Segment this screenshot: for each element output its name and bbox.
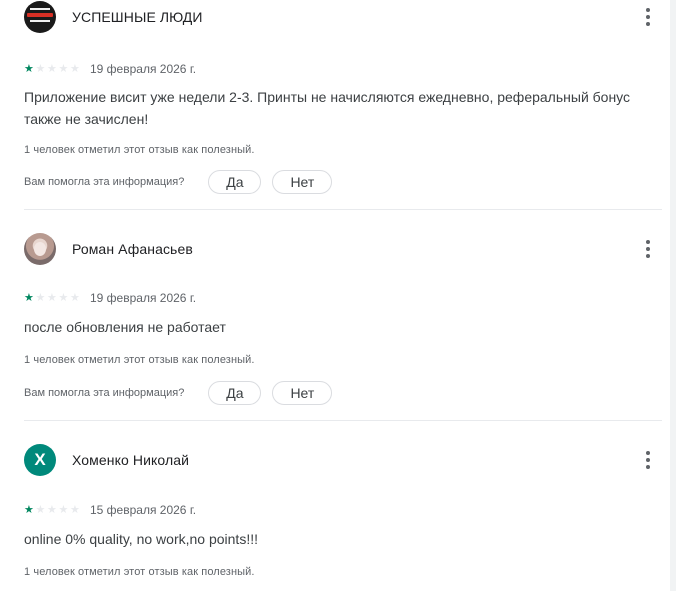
star-empty-icon: ★ bbox=[58, 291, 69, 304]
helpful-yes-button[interactable]: Да bbox=[208, 170, 262, 194]
brand-logo-avatar bbox=[24, 1, 56, 33]
letter-avatar: Х bbox=[24, 444, 56, 476]
feedback-question: Вам помогла эта информация? bbox=[24, 176, 185, 188]
helpful-no-button[interactable]: Нет bbox=[272, 170, 333, 194]
more-options-icon[interactable] bbox=[636, 448, 660, 472]
review-author: Хоменко Николай bbox=[72, 452, 190, 468]
star-empty-icon: ★ bbox=[35, 503, 46, 516]
star-empty-icon: ★ bbox=[58, 503, 69, 516]
star-rating: ★ ★ ★ ★ ★ bbox=[24, 503, 82, 516]
review-card: Роман Афанасьев ★ ★ ★ ★ ★ 19 февраля 202… bbox=[0, 232, 662, 422]
feedback-row: Вам помогла эта информация? Да Нет bbox=[24, 170, 333, 194]
star-empty-icon: ★ bbox=[47, 62, 57, 75]
more-options-icon[interactable] bbox=[636, 5, 660, 29]
review-date: 15 февраля 2026 г. bbox=[90, 503, 197, 517]
helpful-count: 1 человек отметил этот отзыв как полезны… bbox=[24, 566, 255, 578]
more-options-icon[interactable] bbox=[636, 237, 660, 261]
rating-row: ★ ★ ★ ★ ★ 19 февраля 2026 г. bbox=[24, 61, 196, 77]
star-empty-icon: ★ bbox=[47, 503, 57, 516]
review-card: Х Хоменко Николай ★ ★ ★ ★ ★ 15 февраля 2… bbox=[0, 444, 662, 584]
helpful-yes-button[interactable]: Да bbox=[208, 381, 262, 405]
review-header: Х Хоменко Николай bbox=[24, 444, 660, 476]
review-author: УСПЕШНЫЕ ЛЮДИ bbox=[72, 9, 203, 25]
helpful-count: 1 человек отметил этот отзыв как полезны… bbox=[24, 144, 255, 156]
star-rating: ★ ★ ★ ★ ★ bbox=[24, 62, 82, 75]
star-empty-icon: ★ bbox=[47, 291, 57, 304]
review-card: УСПЕШНЫЕ ЛЮДИ ★ ★ ★ ★ ★ 19 февраля 2026 … bbox=[0, 0, 662, 210]
star-empty-icon: ★ bbox=[58, 62, 69, 75]
star-filled-icon: ★ bbox=[24, 291, 34, 304]
rating-row: ★ ★ ★ ★ ★ 19 февраля 2026 г. bbox=[24, 290, 196, 306]
review-author: Роман Афанасьев bbox=[72, 241, 193, 257]
review-header: Роман Афанасьев bbox=[24, 233, 660, 265]
review-text: online 0% quality, no work,no points!!! bbox=[24, 531, 258, 547]
helpful-no-button[interactable]: Нет bbox=[272, 381, 333, 405]
review-header: УСПЕШНЫЕ ЛЮДИ bbox=[24, 1, 660, 33]
rating-row: ★ ★ ★ ★ ★ 15 февраля 2026 г. bbox=[24, 502, 196, 518]
divider bbox=[24, 209, 662, 210]
star-rating: ★ ★ ★ ★ ★ bbox=[24, 291, 82, 304]
divider bbox=[24, 420, 662, 421]
user-photo-avatar bbox=[24, 233, 56, 265]
feedback-row: Вам помогла эта информация? Да Нет bbox=[24, 381, 333, 405]
review-date: 19 февраля 2026 г. bbox=[90, 291, 197, 305]
star-empty-icon: ★ bbox=[70, 62, 80, 75]
star-empty-icon: ★ bbox=[70, 503, 80, 516]
scroll-track[interactable] bbox=[670, 0, 676, 591]
star-empty-icon: ★ bbox=[70, 291, 80, 304]
star-empty-icon: ★ bbox=[35, 291, 46, 304]
helpful-count: 1 человек отметил этот отзыв как полезны… bbox=[24, 354, 255, 366]
review-text: после обновления не работает bbox=[24, 319, 226, 335]
feedback-question: Вам помогла эта информация? bbox=[24, 387, 185, 399]
star-filled-icon: ★ bbox=[24, 62, 34, 75]
review-text: Приложение висит уже недели 2-3. Принты … bbox=[24, 89, 631, 127]
star-empty-icon: ★ bbox=[35, 62, 46, 75]
star-filled-icon: ★ bbox=[24, 503, 34, 516]
review-date: 19 февраля 2026 г. bbox=[90, 62, 197, 76]
